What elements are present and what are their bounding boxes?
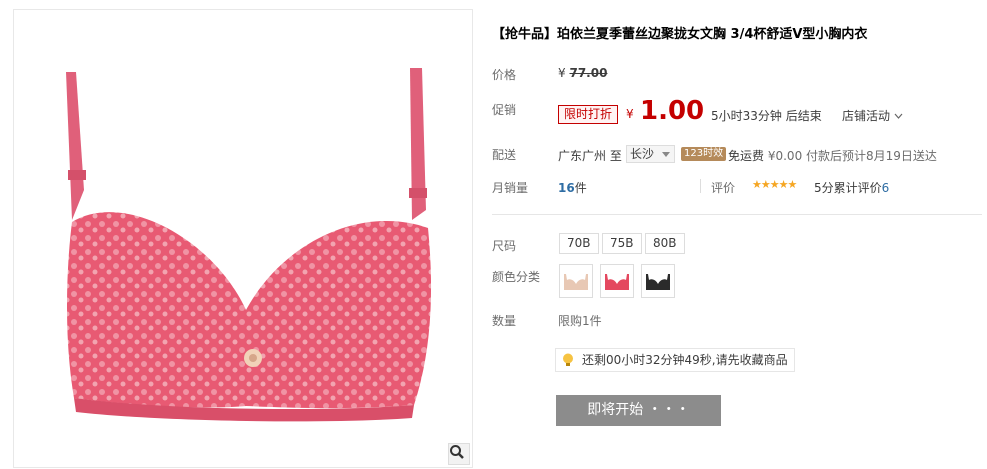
currency-symbol: ¥ bbox=[558, 66, 566, 80]
magnifier-icon bbox=[450, 445, 464, 459]
coming-soon-button[interactable]: 即将开始 ・・・ bbox=[556, 395, 721, 426]
divider bbox=[700, 179, 701, 193]
quantity-limit: 限购1件 bbox=[558, 314, 602, 328]
shipping-fee: ¥0.00 bbox=[767, 149, 803, 163]
swatch-pink bbox=[605, 274, 629, 290]
shipping-info: 免运费 ¥0.00 付款后预计8月19日送达 bbox=[728, 147, 937, 164]
review-score: 5分 bbox=[814, 181, 834, 195]
section-divider bbox=[492, 214, 982, 215]
caret-down-icon bbox=[662, 152, 671, 157]
ship-to-selector[interactable]: 长沙 bbox=[626, 145, 676, 163]
reviews-count: 6 bbox=[881, 181, 890, 195]
chevron-down-icon bbox=[894, 113, 903, 119]
product-page: 【抢牛品】珀依兰夏季蕾丝边聚拢女文胸 3/4杯舒适V型小胸内衣 价格 ¥ 77.… bbox=[0, 0, 987, 469]
ship-from: 广东广州 至 bbox=[558, 149, 622, 163]
promotion-price: 1.00 bbox=[640, 96, 705, 126]
product-title: 【抢牛品】珀依兰夏季蕾丝边聚拢女文胸 3/4杯舒适V型小胸内衣 bbox=[492, 27, 868, 42]
sales-label: 月销量 bbox=[492, 181, 529, 195]
lightbulb-icon bbox=[563, 353, 573, 366]
shop-activity-dropdown[interactable]: 店铺活动 bbox=[842, 107, 903, 124]
review-summary[interactable]: 5分累计评价6 bbox=[814, 179, 889, 196]
shipping-label: 配送 bbox=[492, 148, 517, 162]
monthly-sales-count: 16 bbox=[558, 181, 575, 195]
reviews-text: 累计评价 bbox=[833, 181, 882, 195]
color-option-nude[interactable] bbox=[559, 264, 593, 298]
price-label: 价格 bbox=[492, 68, 517, 82]
monthly-sales: 16件 bbox=[558, 179, 587, 196]
product-image-panel bbox=[13, 9, 473, 468]
shipping-eta: 付款后预计8月19日送达 bbox=[806, 149, 937, 163]
product-image bbox=[66, 68, 432, 422]
reminder-text: 还剩00小时32分钟49秒,请先收藏商品 bbox=[582, 353, 788, 367]
quantity-label: 数量 bbox=[492, 314, 517, 328]
original-price-value: 77.00 bbox=[569, 66, 608, 80]
size-label: 尺码 bbox=[492, 239, 517, 253]
monthly-sales-unit: 件 bbox=[574, 181, 587, 195]
review-label: 评价 bbox=[711, 181, 736, 195]
promotion-tag: 限时打折 bbox=[558, 105, 619, 124]
favorite-reminder: 还剩00小时32分钟49秒,请先收藏商品 bbox=[555, 348, 795, 372]
original-price: ¥ 77.00 bbox=[558, 66, 607, 80]
free-shipping: 免运费 bbox=[728, 149, 765, 163]
swatch-black bbox=[646, 274, 670, 290]
size-option-80b[interactable]: 80B bbox=[645, 233, 685, 254]
promotion-countdown: 5小时33分钟 后结束 bbox=[711, 109, 822, 123]
promotion-label: 促销 bbox=[492, 103, 517, 117]
size-option-70b[interactable]: 70B bbox=[559, 233, 599, 254]
shop-activity-label: 店铺活动 bbox=[842, 109, 891, 123]
swatch-nude bbox=[564, 274, 588, 290]
color-option-pink[interactable] bbox=[600, 264, 634, 298]
color-label: 颜色分类 bbox=[492, 270, 541, 284]
zoom-button[interactable] bbox=[448, 443, 470, 465]
size-option-75b[interactable]: 75B bbox=[602, 233, 642, 254]
ship-to-city: 长沙 bbox=[630, 147, 655, 161]
rating-stars: ★★★★★ bbox=[752, 178, 797, 191]
promotion-currency: ¥ bbox=[626, 107, 634, 121]
color-option-black[interactable] bbox=[641, 264, 675, 298]
delivery-time-badge: 123时效 bbox=[681, 147, 727, 161]
